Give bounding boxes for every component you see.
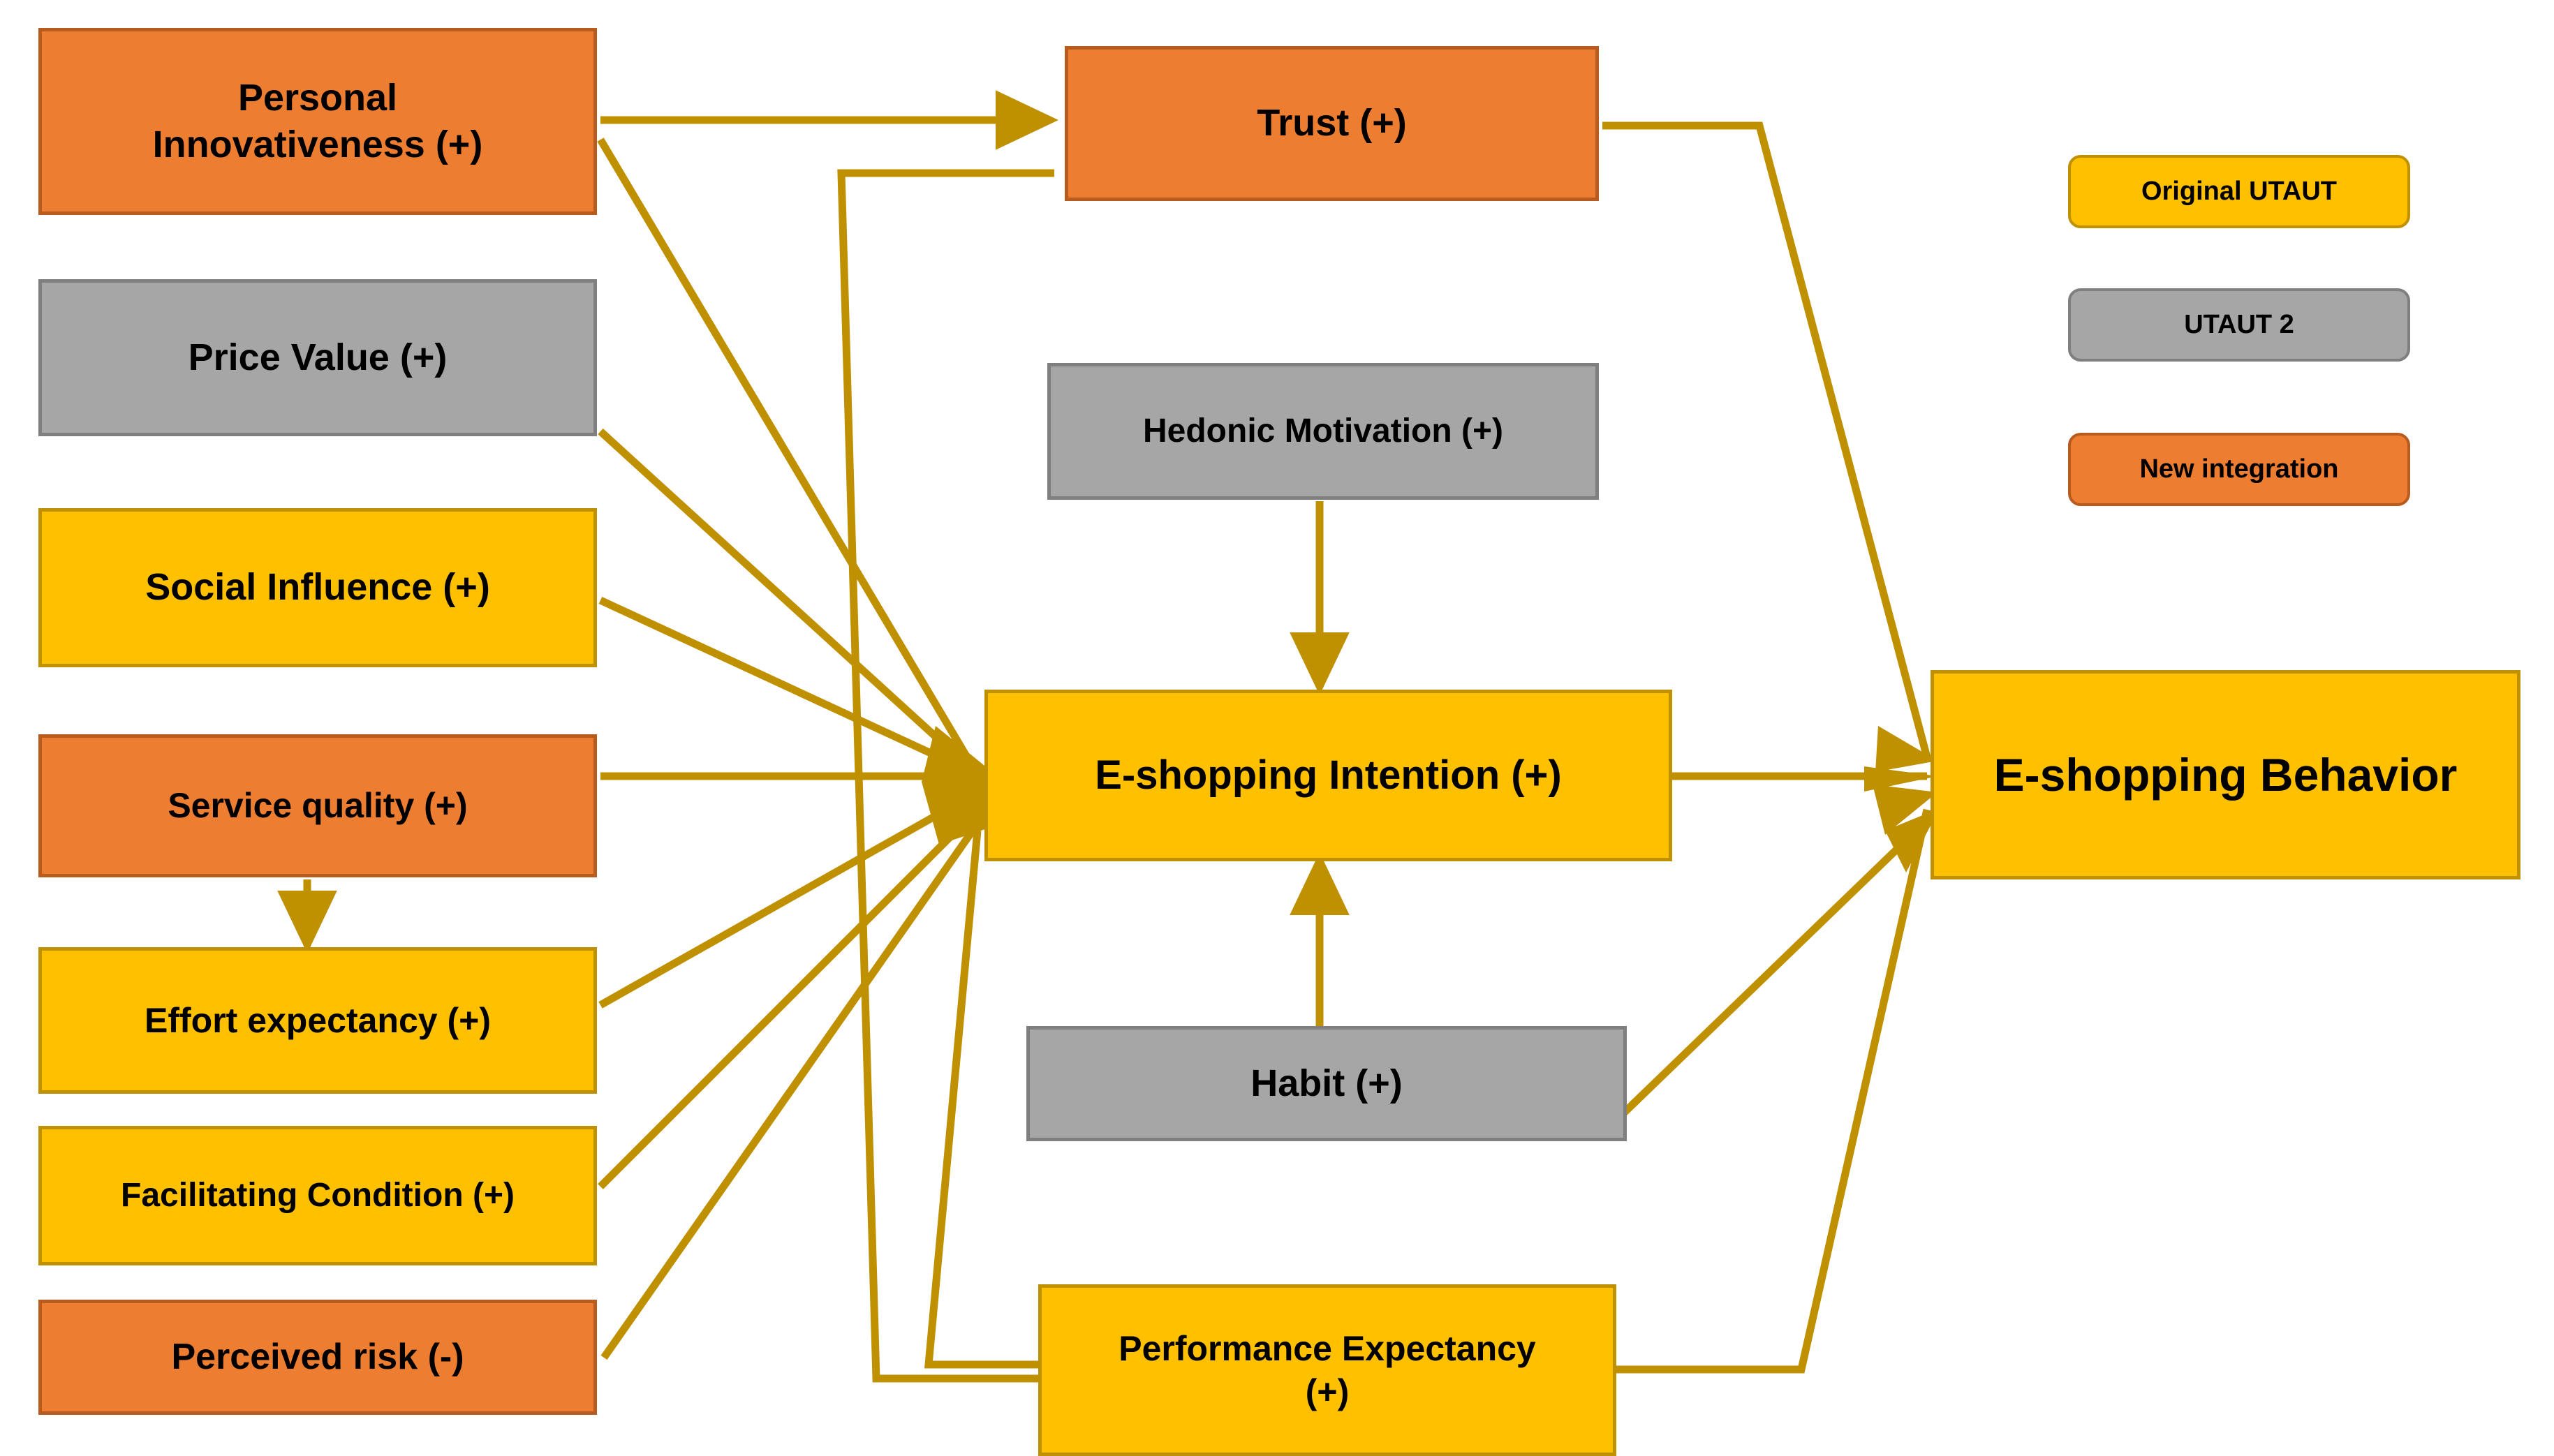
node-price-value[interactable]: Price Value (+) xyxy=(38,279,597,436)
node-perceived-risk[interactable]: Perceived risk (-) xyxy=(38,1300,597,1415)
edge-trust-to-behavior xyxy=(1602,121,1931,759)
edge-performance-expectancy-to-behavior xyxy=(1613,808,1931,1374)
node-habit[interactable]: Habit (+) xyxy=(1026,1026,1627,1141)
node-hedonic-motivation[interactable]: Hedonic Motivation (+) xyxy=(1047,363,1599,500)
node-label: Effort expectancy (+) xyxy=(145,1000,491,1040)
intention-convergence-node xyxy=(922,726,991,845)
node-eshopping-intention[interactable]: E-shopping Intention (+) xyxy=(984,690,1672,861)
node-label: Hedonic Motivation (+) xyxy=(1143,413,1503,450)
node-effort-expectancy[interactable]: Effort expectancy (+) xyxy=(38,947,597,1094)
node-label: E-shopping Behavior xyxy=(1993,748,2458,801)
node-label: E-shopping Intention (+) xyxy=(1095,752,1562,798)
legend-item-label: Original UTAUT xyxy=(2141,177,2338,206)
node-label: Social Influence (+) xyxy=(145,566,490,609)
node-facilitating-condition[interactable]: Facilitating Condition (+) xyxy=(38,1126,597,1265)
node-label: Price Value (+) xyxy=(188,336,448,378)
research-model-diagram: Personal Innovativeness (+) Price Value … xyxy=(0,0,2554,1456)
edge-habit-to-behavior xyxy=(1617,817,1930,1120)
edge-social-influence-to-intention xyxy=(598,597,980,778)
node-label-line2: Innovativeness (+) xyxy=(152,124,483,165)
behavior-arrowheads xyxy=(1864,726,1940,872)
node-label-line1: Personal xyxy=(237,76,398,119)
edge-price-value-to-intention xyxy=(598,428,980,778)
node-performance-expectancy[interactable]: Performance Expectancy (+) xyxy=(1038,1284,1616,1456)
node-label: Facilitating Condition (+) xyxy=(121,1177,515,1214)
legend-item-new-integration[interactable]: New integration xyxy=(2068,433,2410,506)
edge-perceived-risk-to-intention xyxy=(600,821,981,1360)
legend-item-label: New integration xyxy=(2139,454,2339,484)
node-eshopping-behavior[interactable]: E-shopping Behavior xyxy=(1931,670,2520,879)
node-personal-innovativeness[interactable]: Personal Innovativeness (+) xyxy=(38,28,597,215)
node-social-influence[interactable]: Social Influence (+) xyxy=(38,508,597,667)
node-label: Service quality (+) xyxy=(168,786,468,826)
node-label: Perceived risk (-) xyxy=(171,1337,464,1377)
node-label-line2: (+) xyxy=(1305,1372,1350,1411)
legend-item-utaut-2[interactable]: UTAUT 2 xyxy=(2068,288,2410,362)
node-label-line1: Performance Expectancy xyxy=(1119,1328,1536,1368)
node-label: Habit (+) xyxy=(1250,1062,1403,1104)
legend-item-label: UTAUT 2 xyxy=(2184,310,2294,339)
edge-effort-expectancy-to-intention xyxy=(598,789,980,1009)
edge-personal-innovativeness-to-intention xyxy=(597,138,981,777)
edge-facilitating-condition-to-intention xyxy=(598,807,980,1189)
node-trust[interactable]: Trust (+) xyxy=(1065,46,1599,201)
edge-performance-expectancy-to-intention xyxy=(924,830,1040,1369)
node-service-quality[interactable]: Service quality (+) xyxy=(38,734,597,877)
legend-item-original-utaut[interactable]: Original UTAUT xyxy=(2068,155,2410,228)
node-label: Trust (+) xyxy=(1257,102,1407,144)
